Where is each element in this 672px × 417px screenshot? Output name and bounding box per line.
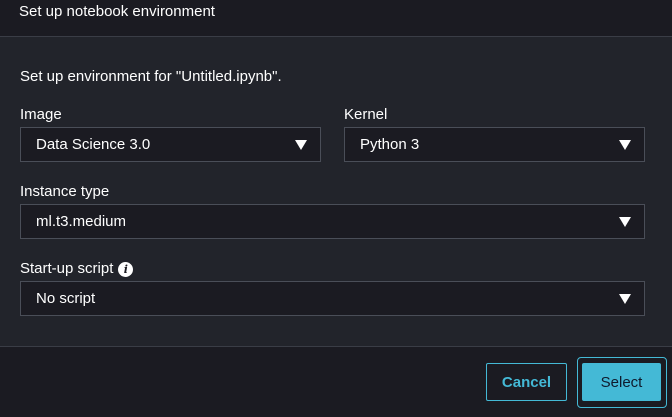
image-select-value: Data Science 3.0	[36, 136, 151, 153]
select-button[interactable]: Select	[582, 363, 661, 401]
dialog-header: Set up notebook environment	[0, 0, 672, 37]
dialog-title: Set up notebook environment	[19, 3, 215, 20]
caret-down-icon	[295, 139, 307, 150]
kernel-select-value: Python 3	[360, 136, 420, 153]
select-button-focus-ring: Select	[577, 357, 667, 408]
setup-environment-dialog: Set up notebook environment Set up envir…	[0, 0, 672, 417]
cancel-button[interactable]: Cancel	[486, 363, 567, 401]
caret-down-icon	[619, 139, 631, 150]
kernel-select[interactable]: Python 3	[344, 127, 645, 162]
instance-type-label: Instance type	[20, 183, 109, 201]
kernel-label-text: Kernel	[344, 106, 388, 123]
image-select[interactable]: Data Science 3.0	[20, 127, 321, 162]
startup-script-select-value: No script	[36, 290, 96, 307]
dialog-body: Set up environment for "Untitled.ipynb".…	[0, 37, 672, 347]
startup-script-label: Start-up script i	[20, 260, 134, 278]
caret-down-icon	[619, 216, 631, 227]
startup-script-label-text: Start-up script	[20, 260, 114, 277]
image-label-text: Image	[20, 106, 62, 123]
instance-type-select-value: ml.t3.medium	[36, 213, 127, 230]
caret-down-icon	[619, 293, 631, 304]
kernel-label: Kernel	[344, 106, 387, 124]
intro-text: Set up environment for "Untitled.ipynb".	[20, 68, 282, 85]
image-label: Image	[20, 106, 62, 124]
instance-type-select[interactable]: ml.t3.medium	[20, 204, 645, 239]
dialog-footer: Cancel Select	[0, 347, 672, 417]
instance-type-label-text: Instance type	[20, 183, 110, 200]
startup-script-select[interactable]: No script	[20, 281, 645, 316]
info-icon[interactable]: i	[118, 261, 134, 277]
